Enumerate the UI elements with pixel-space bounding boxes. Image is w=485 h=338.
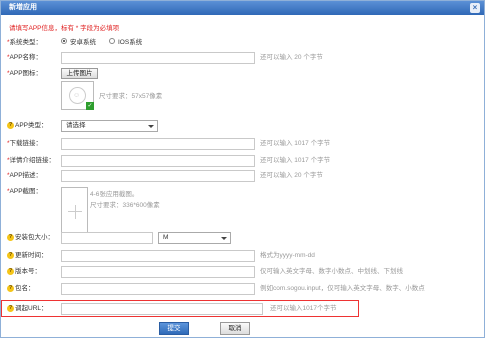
radio-ios[interactable]: IOS系统 bbox=[109, 37, 142, 49]
package-size-unit-select[interactable]: M bbox=[158, 232, 231, 244]
system-type-label: 系统类型： bbox=[9, 39, 43, 46]
version-input[interactable] bbox=[61, 266, 255, 278]
app-type-label: APP类型： bbox=[15, 122, 48, 129]
help-icon[interactable]: ? bbox=[7, 267, 14, 275]
add-screenshot-button[interactable] bbox=[61, 187, 88, 236]
package-size-input[interactable] bbox=[61, 232, 153, 244]
help-icon[interactable]: ? bbox=[7, 233, 14, 241]
update-time-hint: 格式为yyyy-mm-dd bbox=[260, 252, 315, 259]
app-type-selected: 请选择 bbox=[66, 122, 86, 129]
help-icon[interactable]: ? bbox=[7, 284, 14, 292]
package-size-label: 安装包大小： bbox=[15, 234, 54, 241]
dialog-title-bar: 新增应用 × bbox=[1, 1, 484, 15]
package-name-hint: 例如com.sogou.input，仅可输入英文字母、数字、小数点 bbox=[260, 285, 425, 292]
version-row: ? 版本号： 仅可输入英文字母、数字小数点、中划线、下划线 bbox=[1, 266, 485, 278]
screenshots-label: APP截图： bbox=[9, 188, 43, 195]
download-link-hint: 还可以输入 1017 个字节 bbox=[260, 140, 331, 147]
add-app-dialog: 新增应用 × 请填写APP信息，标有 * 字段为必填项 *系统类型： 安卓系统 … bbox=[0, 0, 485, 338]
update-time-label: 更新时间： bbox=[15, 252, 48, 259]
cancel-button[interactable]: 取消 bbox=[220, 322, 250, 335]
radio-ios-dot[interactable] bbox=[109, 38, 115, 45]
screenshots-size-hint: 尺寸要求：336*600像素 bbox=[90, 202, 160, 209]
system-type-row: *系统类型： 安卓系统 IOS系统 bbox=[1, 37, 485, 49]
submit-button[interactable]: 提交 bbox=[159, 322, 189, 335]
invoke-url-hint: 还可以输入1017个字节 bbox=[270, 305, 337, 312]
detail-link-hint: 还可以输入 1017 个字节 bbox=[260, 157, 331, 164]
invoke-url-label: 调起URL： bbox=[15, 305, 48, 312]
app-type-select[interactable]: 请选择 bbox=[61, 120, 158, 132]
app-desc-input[interactable] bbox=[61, 170, 255, 182]
detail-link-row: *详情介绍链接： 还可以输入 1017 个字节 bbox=[1, 155, 485, 167]
app-name-hint: 还可以输入 20 个字节 bbox=[260, 54, 323, 61]
download-link-input[interactable] bbox=[61, 138, 255, 150]
app-name-row: *APP名称： 还可以输入 20 个字节 bbox=[1, 52, 485, 64]
app-desc-hint: 还可以输入 20 个字节 bbox=[260, 172, 323, 179]
package-name-label: 包名： bbox=[15, 285, 35, 292]
package-size-row: ? 安装包大小： M bbox=[1, 232, 485, 244]
download-link-label: 下载链接： bbox=[9, 140, 43, 147]
package-size-unit: M bbox=[163, 234, 169, 241]
invoke-url-input[interactable] bbox=[61, 303, 263, 315]
close-icon[interactable]: × bbox=[470, 3, 480, 13]
download-link-row: *下载链接： 还可以输入 1017 个字节 bbox=[1, 138, 485, 150]
app-name-label: APP名称： bbox=[9, 54, 43, 61]
face-icon-glyph: ☺ bbox=[73, 92, 81, 99]
version-label: 版本号： bbox=[15, 268, 41, 275]
app-name-input[interactable] bbox=[61, 52, 255, 64]
help-icon[interactable]: ? bbox=[7, 121, 14, 129]
help-icon[interactable]: ? bbox=[7, 304, 14, 312]
check-icon: ✓ bbox=[86, 102, 94, 110]
package-name-input[interactable] bbox=[61, 283, 255, 295]
upload-image-button[interactable]: 上传图片 bbox=[61, 68, 98, 79]
required-notice: 请填写APP信息，标有 * 字段为必填项 bbox=[9, 25, 120, 32]
help-icon[interactable]: ? bbox=[7, 251, 14, 259]
radio-ios-label: IOS系统 bbox=[118, 39, 143, 46]
detail-link-label: 详情介绍链接： bbox=[9, 157, 56, 164]
app-icon-preview[interactable]: ☺ ✓ bbox=[61, 81, 94, 110]
radio-android-dot[interactable] bbox=[61, 38, 67, 45]
app-icon-size-hint: 尺寸要求：57x57像素 bbox=[99, 93, 163, 100]
app-desc-label: APP描述： bbox=[9, 172, 43, 179]
app-type-row: ? APP类型： 请选择 bbox=[1, 120, 485, 132]
detail-link-input[interactable] bbox=[61, 155, 255, 167]
app-desc-row: *APP描述： 还可以输入 20 个字节 bbox=[1, 170, 485, 182]
dialog-title: 新增应用 bbox=[9, 4, 37, 11]
radio-android-label: 安卓系统 bbox=[70, 39, 96, 46]
radio-android[interactable]: 安卓系统 bbox=[61, 37, 96, 49]
package-name-row: ? 包名： 例如com.sogou.input，仅可输入英文字母、数字、小数点 bbox=[1, 283, 485, 295]
chevron-down-icon bbox=[221, 237, 227, 240]
screenshots-count-hint: 4-6张应用截图。 bbox=[90, 191, 139, 198]
invoke-url-row: ? 调起URL： 还可以输入1017个字节 bbox=[1, 303, 485, 315]
update-time-input[interactable] bbox=[61, 250, 255, 262]
update-time-row: ? 更新时间： 格式为yyyy-mm-dd bbox=[1, 250, 485, 262]
version-hint: 仅可输入英文字母、数字小数点、中划线、下划线 bbox=[260, 268, 403, 275]
app-icon-label: APP图标： bbox=[9, 70, 43, 77]
app-icon-row: *APP图标： 上传图片 bbox=[1, 68, 485, 80]
chevron-down-icon bbox=[148, 125, 154, 128]
